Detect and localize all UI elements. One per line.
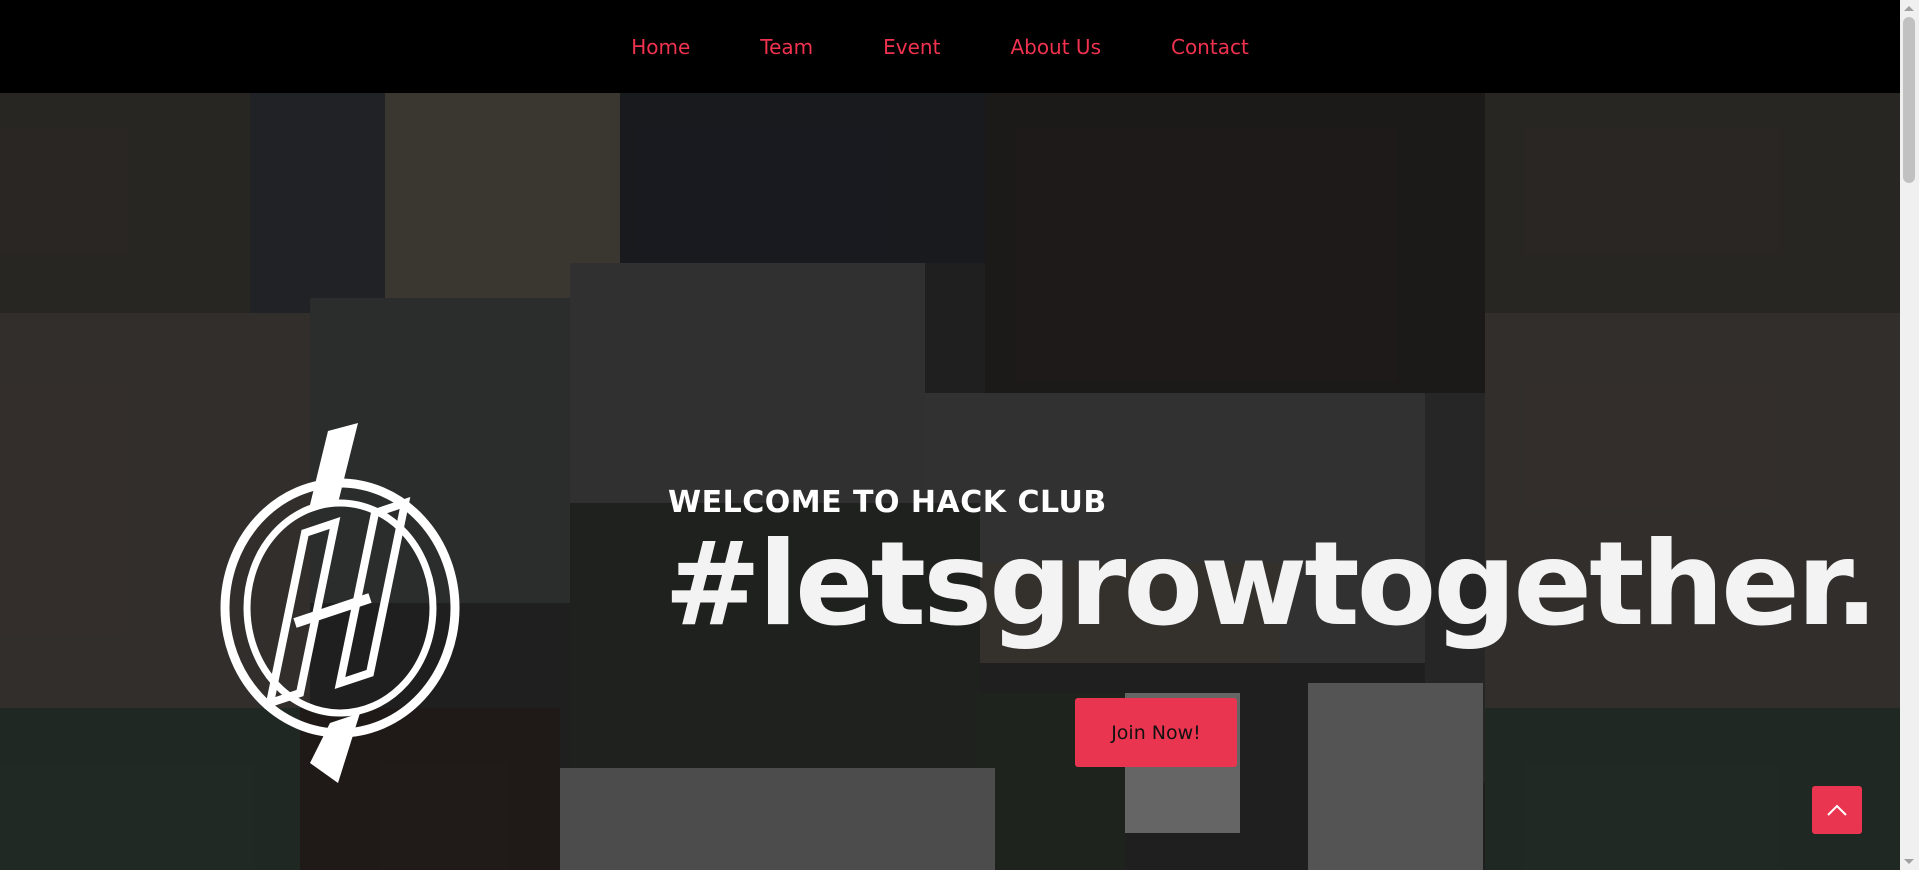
hero-section: WELCOME TO HACK CLUB #letsgrowtogether. … [0,93,1900,870]
top-navbar: Home Team Event About Us Contact [0,0,1900,93]
nav-links: Home Team Event About Us Contact [0,0,1900,93]
nav-home-link[interactable]: Home [631,35,690,59]
nav-team-link[interactable]: Team [760,35,813,59]
join-now-button[interactable]: Join Now! [1075,698,1237,767]
hero-tagline: #letsgrowtogether. [664,517,1879,652]
chevron-up-icon [1827,804,1847,816]
nav-about-us-link[interactable]: About Us [1010,35,1101,59]
nav-contact-link[interactable]: Contact [1171,35,1249,59]
scroll-to-top-button[interactable] [1812,786,1862,834]
page-scrollbar[interactable] [1900,0,1919,870]
scroll-up-arrow-icon[interactable] [1904,6,1914,11]
nav-event-link[interactable]: Event [883,35,940,59]
scroll-down-arrow-icon[interactable] [1904,859,1914,864]
welcome-heading: WELCOME TO HACK CLUB [668,485,1107,520]
hack-club-logo-icon [220,423,460,783]
scrollbar-thumb[interactable] [1903,17,1915,183]
